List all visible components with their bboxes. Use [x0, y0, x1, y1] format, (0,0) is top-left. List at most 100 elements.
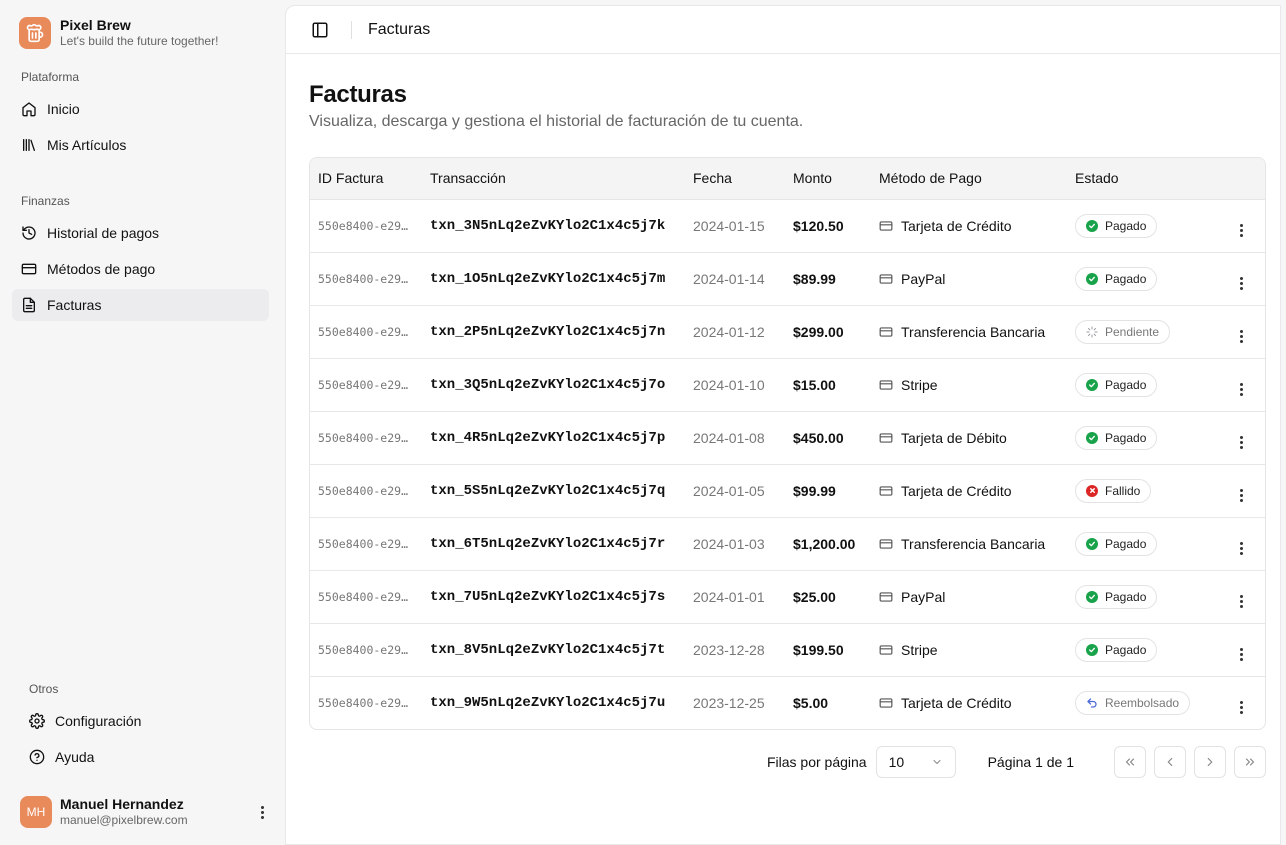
column-header-id[interactable]: ID Factura	[310, 158, 422, 200]
first-page-button[interactable]	[1114, 746, 1146, 778]
user-profile[interactable]: MH Manuel Hernandez manuel@pixelbrew.com	[20, 796, 272, 828]
column-header-payment-method[interactable]: Método de Pago	[871, 158, 1067, 200]
row-actions-cell	[1217, 570, 1265, 624]
check-circle-icon	[1086, 590, 1098, 603]
invoice-date: 2023-12-25	[693, 694, 765, 711]
main-panel: Facturas Facturas Visualiza, descarga y …	[285, 5, 1281, 845]
payment-method-cell: PayPal	[871, 570, 1067, 624]
sidebar-item-label: Ayuda	[55, 749, 95, 765]
library-icon	[23, 139, 35, 151]
next-page-button[interactable]	[1194, 746, 1226, 778]
rows-per-page-select[interactable]: 10	[875, 746, 956, 778]
sidebar-item-facturas[interactable]: Facturas	[12, 289, 269, 321]
user-email: manuel@pixelbrew.com	[60, 813, 188, 827]
status-label: Reembolsado	[1105, 695, 1180, 710]
status-cell: Pagado	[1067, 570, 1217, 624]
column-header-transaction[interactable]: Transacción	[422, 158, 685, 200]
status-cell: Pagado	[1067, 517, 1217, 571]
chevron-right-icon	[1207, 757, 1213, 767]
sidebar-item-historial-de-pagos[interactable]: Historial de pagos	[12, 217, 269, 249]
sidebar-item-mis-articulos[interactable]: Mis Artículos	[12, 129, 269, 161]
table-row[interactable]: 550e8400-e29… txn_2P5nLq2eZvKYlo2C1x4c5j7…	[310, 305, 1265, 359]
transaction-id: txn_3N5nLq2eZvKYlo2C1x4c5j7k	[422, 199, 685, 253]
sidebar-item-label: Mis Artículos	[47, 137, 127, 153]
last-page-button[interactable]	[1234, 746, 1266, 778]
more-vertical-icon[interactable]	[1239, 542, 1243, 555]
previous-page-button[interactable]	[1154, 746, 1186, 778]
section-label: Plataforma	[21, 70, 80, 84]
more-vertical-icon[interactable]	[1239, 224, 1243, 237]
row-actions-cell	[1217, 358, 1265, 412]
status-label: Fallido	[1105, 483, 1141, 498]
sidebar-item-ayuda[interactable]: Ayuda	[20, 741, 269, 773]
brand-tagline: Let's build the future together!	[60, 33, 219, 48]
credit-card-icon	[21, 263, 37, 275]
table-row[interactable]: 550e8400-e29… txn_5S5nLq2eZvKYlo2C1x4c5j7…	[310, 464, 1265, 518]
status-badge: Pagado	[1075, 531, 1158, 556]
invoice-date: 2024-01-03	[685, 517, 785, 571]
invoice-id: 550e8400-e29…	[318, 324, 409, 339]
row-actions-cell	[1217, 517, 1265, 571]
more-vertical-icon[interactable]	[252, 805, 272, 819]
more-vertical-icon[interactable]	[1239, 648, 1243, 661]
row-actions-cell	[1217, 305, 1265, 359]
table-row[interactable]: 550e8400-e29… txn_1O5nLq2eZvKYlo2C1x4c5j7…	[310, 252, 1265, 306]
breadcrumb: Facturas	[368, 20, 431, 38]
more-vertical-icon[interactable]	[1239, 330, 1243, 343]
payment-method: Tarjeta de Débito	[901, 429, 1007, 446]
more-vertical-icon[interactable]	[1239, 277, 1243, 290]
more-vertical-icon[interactable]	[1239, 701, 1243, 715]
invoice-amount: $25.00	[785, 570, 871, 624]
sidebar-item-metodos-de-pago[interactable]: Métodos de pago	[12, 253, 269, 285]
undo-icon	[1086, 697, 1098, 709]
payment-method: Stripe	[901, 376, 938, 393]
invoice-id-cell: 550e8400-e29…	[310, 358, 422, 412]
more-vertical-icon[interactable]	[1239, 383, 1243, 396]
divider	[351, 20, 352, 39]
column-header-status[interactable]: Estado	[1067, 158, 1217, 200]
table-row[interactable]: 550e8400-e29… txn_8V5nLq2eZvKYlo2C1x4c5j7…	[310, 623, 1265, 677]
table-row[interactable]: 550e8400-e29… txn_6T5nLq2eZvKYlo2C1x4c5j7…	[310, 517, 1265, 571]
invoice-date: 2024-01-12	[685, 305, 785, 359]
sidebar-toggle-icon[interactable]	[311, 21, 329, 39]
column-header-date[interactable]: Fecha	[685, 158, 785, 200]
payment-method-cell: Transferencia Bancaria	[871, 305, 1067, 359]
invoice-amount: $89.99	[785, 252, 871, 306]
more-vertical-icon[interactable]	[1239, 595, 1243, 608]
rows-per-page-label: Filas por página	[766, 754, 867, 770]
sidebar-item-label: Métodos de pago	[47, 261, 156, 277]
sidebar-item-configuracion[interactable]: Configuración	[20, 705, 269, 737]
row-actions-cell	[1217, 623, 1265, 677]
more-vertical-icon[interactable]	[1239, 436, 1243, 449]
transaction-id: txn_5S5nLq2eZvKYlo2C1x4c5j7q	[422, 464, 685, 518]
table-row[interactable]: 550e8400-e29… txn_4R5nLq2eZvKYlo2C1x4c5j7…	[310, 411, 1265, 465]
invoices-table: ID Factura Transacción Fecha Monto Métod…	[309, 157, 1266, 730]
check-circle-icon	[1086, 643, 1098, 656]
table-row[interactable]: 550e8400-e29… txn_7U5nLq2eZvKYlo2C1x4c5j7…	[310, 570, 1265, 624]
invoice-id-cell: 550e8400-e29…	[310, 676, 422, 729]
topbar: Facturas	[286, 6, 1280, 54]
column-header-amount[interactable]: Monto	[785, 158, 871, 200]
check-circle-icon	[1086, 272, 1098, 285]
status-badge: Fallido	[1075, 478, 1152, 503]
credit-card-icon	[879, 272, 893, 286]
row-actions-cell	[1217, 464, 1265, 518]
payment-method-cell: Tarjeta de Crédito	[871, 199, 1067, 253]
check-circle-icon	[1086, 431, 1098, 444]
user-name: Manuel Hernandez	[60, 796, 184, 812]
status-label: Pagado	[1105, 377, 1147, 392]
status-cell: Pagado	[1067, 358, 1217, 412]
payment-method-cell: Tarjeta de Débito	[871, 411, 1067, 465]
payment-method: Transferencia Bancaria	[901, 323, 1046, 340]
brand[interactable]: Pixel Brew Let's build the future togeth…	[12, 0, 273, 52]
transaction-id: txn_4R5nLq2eZvKYlo2C1x4c5j7p	[422, 411, 685, 465]
table-row[interactable]: 550e8400-e29… txn_3N5nLq2eZvKYlo2C1x4c5j7…	[310, 199, 1265, 253]
more-vertical-icon[interactable]	[1239, 489, 1243, 502]
payment-method-cell: Transferencia Bancaria	[871, 517, 1067, 571]
table-row[interactable]: 550e8400-e29… txn_9W5nLq2eZvKYlo2C1x4c5j7…	[310, 676, 1265, 729]
sidebar-item-inicio[interactable]: Inicio	[12, 93, 269, 125]
chevron-left-icon	[1167, 757, 1173, 767]
avatar: MH	[20, 796, 52, 828]
payment-method: Tarjeta de Crédito	[901, 217, 1012, 234]
table-row[interactable]: 550e8400-e29… txn_3Q5nLq2eZvKYlo2C1x4c5j7…	[310, 358, 1265, 412]
